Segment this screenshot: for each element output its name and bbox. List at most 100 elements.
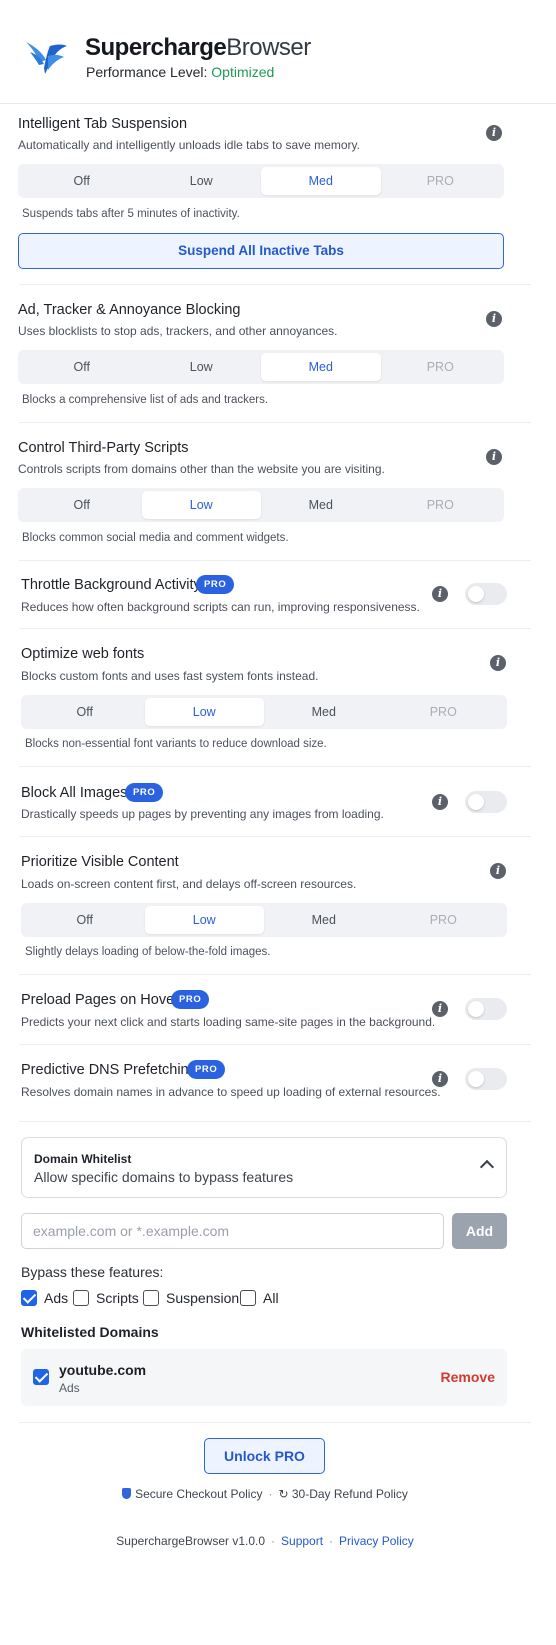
unlock-pro-button[interactable]: Unlock PRO	[204, 1438, 325, 1474]
info-icon[interactable]: i	[432, 586, 448, 602]
section-desc-blocking: Uses blocklists to stop ads, trackers, a…	[18, 324, 338, 338]
section-title-scripts: Control Third-Party Scripts	[18, 440, 189, 456]
bypass-suspension-checkbox[interactable]: Suspension	[143, 1289, 239, 1307]
info-icon[interactable]: i	[486, 125, 502, 141]
divider	[19, 1121, 531, 1122]
info-icon[interactable]: i	[432, 1071, 448, 1087]
info-icon[interactable]: i	[432, 794, 448, 810]
level-option-low[interactable]: Low	[144, 906, 264, 934]
checkbox-icon[interactable]	[240, 1290, 256, 1306]
section-desc-scripts: Controls scripts from domains other than…	[18, 462, 385, 476]
add-domain-button[interactable]: Add	[452, 1213, 507, 1249]
level-option-low[interactable]: Low	[144, 698, 264, 726]
divider	[19, 1044, 531, 1045]
toggle-dns[interactable]	[465, 1068, 507, 1090]
toggle-throttle[interactable]	[465, 583, 507, 605]
info-icon[interactable]: i	[490, 863, 506, 879]
section-desc-visible: Loads on-screen content first, and delay…	[21, 877, 357, 891]
whitelist-title: Domain Whitelist	[34, 1152, 132, 1166]
divider	[19, 766, 531, 767]
checkbox-icon[interactable]	[143, 1290, 159, 1306]
whitelist-panel-header[interactable]: Domain Whitelist Allow specific domains …	[21, 1137, 507, 1198]
level-selector-blocking: Off Low Med PRO	[18, 350, 504, 384]
level-option-med[interactable]: Med	[261, 167, 381, 195]
pro-badge: PRO	[171, 990, 210, 1009]
footer: SuperchargeBrowser v1.0.0 · Support · Privac…	[116, 1534, 414, 1548]
section-title-visible: Prioritize Visible Content	[21, 854, 179, 870]
level-option-off[interactable]: Off	[25, 906, 145, 934]
header: SuperchargeBrowser Performance Level: Op…	[0, 0, 556, 104]
level-option-med[interactable]: Med	[261, 353, 381, 381]
level-option-pro[interactable]: PRO	[384, 906, 504, 934]
chevron-up-icon[interactable]	[479, 1159, 495, 1175]
level-option-med[interactable]: Med	[264, 906, 384, 934]
remove-domain-button[interactable]: Remove	[441, 1369, 495, 1385]
bypass-ads-checkbox[interactable]: Ads	[21, 1289, 68, 1307]
section-hint-blocking: Blocks a comprehensive list of ads and t…	[22, 394, 269, 406]
level-option-pro[interactable]: PRO	[381, 167, 501, 195]
shield-icon	[122, 1488, 132, 1499]
checkbox-icon[interactable]	[73, 1290, 89, 1306]
level-option-pro[interactable]: PRO	[381, 353, 501, 381]
level-selector-visible: Off Low Med PRO	[21, 903, 507, 937]
level-option-off[interactable]: Off	[22, 491, 142, 519]
section-title-blocking: Ad, Tracker & Annoyance Blocking	[18, 302, 241, 318]
section-desc-dns: Resolves domain names in advance to spee…	[21, 1085, 441, 1099]
refund-policy-link[interactable]: 30-Day Refund Policy	[292, 1487, 408, 1501]
info-icon[interactable]: i	[490, 655, 506, 671]
section-title-images: Block All Images	[21, 785, 128, 801]
level-option-low[interactable]: Low	[141, 491, 261, 519]
level-selector-scripts: Off Low Med PRO	[18, 488, 504, 522]
divider	[19, 628, 531, 629]
checkbox-checked-icon[interactable]	[21, 1290, 37, 1306]
whitelisted-domain-row: youtube.com Ads Remove	[21, 1349, 507, 1406]
level-option-off[interactable]: Off	[22, 353, 142, 381]
section-desc-fonts: Blocks custom fonts and uses fast system…	[21, 669, 319, 683]
whitelisted-domains-title: Whitelisted Domains	[21, 1324, 159, 1340]
app-title: SuperchargeBrowser	[85, 34, 311, 61]
refund-icon: ↻	[278, 1487, 289, 1501]
level-option-low[interactable]: Low	[142, 353, 262, 381]
bypass-all-checkbox[interactable]: All	[240, 1289, 279, 1307]
info-icon[interactable]: i	[486, 311, 502, 327]
section-hint-fonts: Blocks non-essential font variants to re…	[25, 738, 327, 750]
whitelisted-domain-features: Ads	[59, 1381, 80, 1395]
section-desc-images: Drastically speeds up pages by preventin…	[21, 807, 384, 821]
level-option-med[interactable]: Med	[261, 491, 381, 519]
toggle-images[interactable]	[465, 791, 507, 813]
level-option-low[interactable]: Low	[142, 167, 262, 195]
level-option-med[interactable]: Med	[264, 698, 384, 726]
section-hint-visible: Slightly delays loading of below-the-fol…	[25, 946, 271, 958]
divider	[19, 974, 531, 975]
section-desc-throttle: Reduces how often background scripts can…	[21, 600, 420, 614]
divider	[19, 836, 531, 837]
pro-badge: PRO	[196, 575, 235, 594]
pro-badge: PRO	[187, 1060, 226, 1079]
section-title-fonts: Optimize web fonts	[21, 646, 145, 662]
divider	[19, 422, 531, 423]
suspend-all-button[interactable]: Suspend All Inactive Tabs	[18, 233, 504, 269]
section-hint-suspension: Suspends tabs after 5 minutes of inactiv…	[22, 208, 240, 220]
info-icon[interactable]: i	[432, 1001, 448, 1017]
bypass-scripts-checkbox[interactable]: Scripts	[73, 1289, 139, 1307]
whitelist-subtitle: Allow specific domains to bypass feature…	[34, 1169, 294, 1185]
checkbox-checked-icon[interactable]	[33, 1369, 49, 1385]
section-title-suspension: Intelligent Tab Suspension	[18, 116, 188, 132]
level-option-pro[interactable]: PRO	[381, 491, 501, 519]
domain-input[interactable]	[21, 1213, 444, 1249]
version-text: SuperchargeBrowser v1.0.0	[116, 1534, 266, 1548]
level-option-pro[interactable]: PRO	[384, 698, 504, 726]
toggle-preload[interactable]	[465, 998, 507, 1020]
info-icon[interactable]: i	[486, 449, 502, 465]
section-hint-scripts: Blocks common social media and comment w…	[22, 532, 289, 544]
level-selector-suspension: Off Low Med PRO	[18, 164, 504, 198]
level-option-off[interactable]: Off	[22, 167, 142, 195]
section-desc-preload: Predicts your next click and starts load…	[21, 1015, 436, 1029]
section-title-dns: Predictive DNS Prefetching	[21, 1062, 197, 1078]
privacy-policy-link[interactable]: Privacy Policy	[339, 1534, 414, 1548]
divider	[19, 560, 531, 561]
level-option-off[interactable]: Off	[25, 698, 145, 726]
support-link[interactable]: Support	[281, 1534, 323, 1548]
bypass-label: Bypass these features:	[21, 1264, 164, 1280]
secure-checkout-link[interactable]: Secure Checkout Policy	[135, 1487, 262, 1501]
